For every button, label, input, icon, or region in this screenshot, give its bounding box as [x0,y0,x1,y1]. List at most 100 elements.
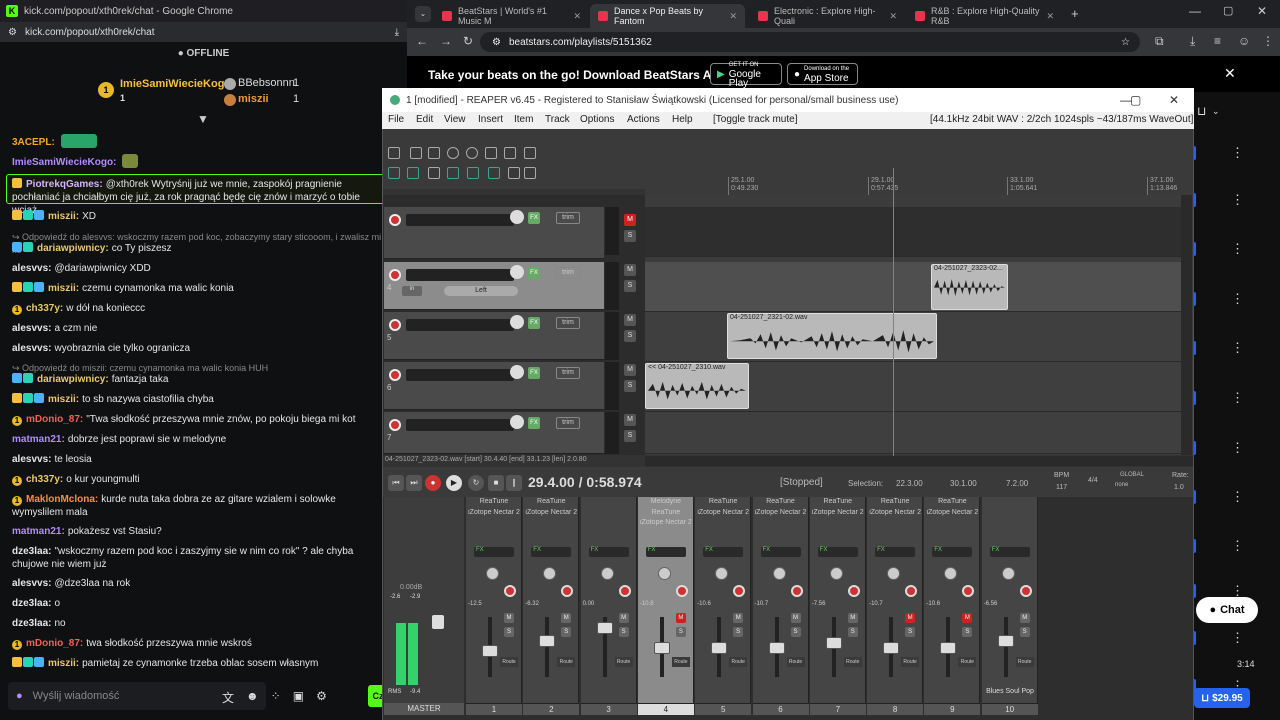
minimize-icon[interactable]: — [1189,4,1201,18]
fx-slot-1[interactable]: ReaTune [753,498,809,505]
solo-button[interactable]: S [504,627,514,637]
fx-button[interactable]: FX [588,547,629,557]
project-settings-icon[interactable] [447,147,459,159]
chat-username[interactable]: dze3laa: [12,618,51,629]
track-name-field[interactable] [406,319,514,331]
chat-username[interactable]: dze3laa: [12,546,51,557]
grid-toggle-icon[interactable] [388,167,400,179]
chat-username[interactable]: miszii: [48,283,79,294]
fx-button[interactable]: FX [528,212,540,224]
ripple-edit-icon[interactable] [407,167,419,179]
chat-message[interactable]: 1 mDonio_87: "Twa słodkość przeszywa mnie … [12,413,382,426]
row-more-icon[interactable]: ⋮ [1231,489,1244,505]
mute-button[interactable]: M [561,613,572,623]
chat-message[interactable]: 1 ch337y: w dół na konieccc [12,302,382,315]
solo-button[interactable]: S [624,280,636,292]
mixer-strip[interactable]: ReaTune iZotope Nectar 2 FX -12.5 M S Route [466,497,522,707]
route-button[interactable]: Route [729,657,748,667]
fx-button[interactable]: FX [932,547,973,557]
strip-number[interactable]: 9 [924,703,981,715]
record-arm-icon[interactable] [847,585,860,597]
track-3-header[interactable]: FX trim [384,207,604,259]
app-store-button[interactable]: ● Download on the App Store [787,63,858,85]
close-banner-icon[interactable]: ✕ [1224,65,1236,82]
solo-button[interactable]: S [790,627,801,637]
chat-message[interactable]: 3ACEPL: [12,134,382,149]
fx-slot-1[interactable]: ReaTune [924,498,980,505]
chat-username[interactable]: alesvvs: [12,343,51,354]
volume-fader[interactable] [539,634,556,647]
back-icon[interactable]: ← [416,34,428,48]
fx-slot-2[interactable]: iZotope Nectar 2 [810,509,866,516]
strip-number[interactable]: 6 [752,703,809,715]
tab-rnb[interactable]: R&B : Explore High-Quality R&B ✕ [907,4,1062,28]
chat-username[interactable]: miszii: [48,211,79,222]
media-icon[interactable]: ≡ [1214,34,1221,48]
chat-message[interactable]: alesvvs: a czm nie [12,322,382,335]
leader-2-name[interactable]: BBebsonnn [238,77,295,89]
emoji-icon[interactable]: ☻ [246,689,259,706]
volume-knob[interactable] [510,210,524,224]
mute-button[interactable]: M [1019,613,1030,623]
mixer-strip[interactable]: FX 0.00 M S Route [580,497,637,707]
volume-fader[interactable] [653,642,670,654]
mute-button[interactable]: M [847,613,858,623]
chat-message[interactable]: dariawpiwnicy: fantazja taka [12,373,382,386]
pan-knob[interactable] [1001,567,1015,580]
record-arm-icon[interactable] [389,269,401,281]
record-arm-icon[interactable] [790,585,803,597]
toggle-track-mute-action[interactable]: [Toggle track mute] [713,114,797,125]
chat-username[interactable]: alesvvs: [12,323,51,334]
fx-slot-1[interactable]: ReaTune [466,498,522,505]
volume-fader[interactable] [768,642,785,654]
chat-username[interactable]: matman21: [12,434,65,445]
pan-knob[interactable] [944,567,958,580]
go-to-end-icon[interactable]: ⏭ [406,475,422,491]
chat-username[interactable]: 3ACEPL: [12,137,55,148]
stop-icon[interactable]: ■ [488,475,504,491]
chat-message[interactable]: dze3laa: o [12,597,382,610]
row-more-icon[interactable]: ⋮ [1231,241,1244,257]
volume-knob[interactable] [510,265,524,279]
chat-message[interactable]: alesvvs: te leosia [12,453,382,466]
fx-slot-1[interactable]: ReaTune [810,498,866,505]
fx-button[interactable]: FX [817,547,858,557]
mixer-strip[interactable]: ReaTune iZotope Nectar 2 FX -10.7 M S Route [752,497,809,707]
track-lane[interactable] [645,412,1182,454]
record-arm-icon[interactable] [733,585,746,597]
mixer-strip[interactable]: ReaTune iZotope Nectar 2 FX -10.6 M S Route [924,497,981,707]
route-button[interactable]: Route [557,657,576,667]
record-arm-icon[interactable] [618,585,631,597]
track-name-field[interactable] [406,419,514,431]
mute-button[interactable]: M [790,613,801,623]
close-tab-icon[interactable]: ✕ [1046,11,1054,22]
mute-button[interactable]: M [624,214,636,226]
fx-button[interactable]: FX [760,547,801,557]
buy-price-button[interactable]: ⊔ $29.95 [1194,688,1250,708]
fx-button[interactable]: FX [645,547,686,557]
tab-beatstars[interactable]: BeatStars | World's #1 Music M ✕ [434,4,589,28]
chat-message[interactable]: ImieSamiWiecieKogo: [12,154,382,169]
solo-button[interactable]: S [905,627,916,637]
pan-knob[interactable] [887,567,901,580]
chat-message[interactable]: miszii: pamietaj ze cynamonke trzeba obla… [12,657,382,670]
volume-fader[interactable] [825,637,842,649]
redo-icon[interactable] [504,147,516,159]
track-lane[interactable] [645,262,1182,312]
chat-username[interactable]: dze3laa: [12,598,51,609]
mixer-strip[interactable]: ReaTune iZotope Nectar 2 FX -10.6 M S Route [695,497,752,707]
fx-button[interactable]: FX [528,367,540,379]
pan-knob[interactable] [772,567,786,580]
media-item[interactable]: 04-251027_2323-02... [931,264,1008,310]
record-icon[interactable]: ● [425,475,441,491]
chat-username[interactable]: alesvvs: [12,578,51,589]
metronome-icon[interactable] [524,147,536,159]
volume-knob[interactable] [510,415,524,429]
store-icon[interactable]: ▣ [293,689,304,706]
chat-username[interactable]: dariawpiwnicy: [37,243,109,254]
download-icon[interactable]: ⤓ [395,27,399,38]
google-play-button[interactable]: ▶ GET IT ON Google Play [710,62,782,88]
volume-fader[interactable] [711,642,728,654]
extensions-icon[interactable]: ⧉ [1155,34,1164,49]
chat-username[interactable]: mDonio_87: [26,414,83,425]
